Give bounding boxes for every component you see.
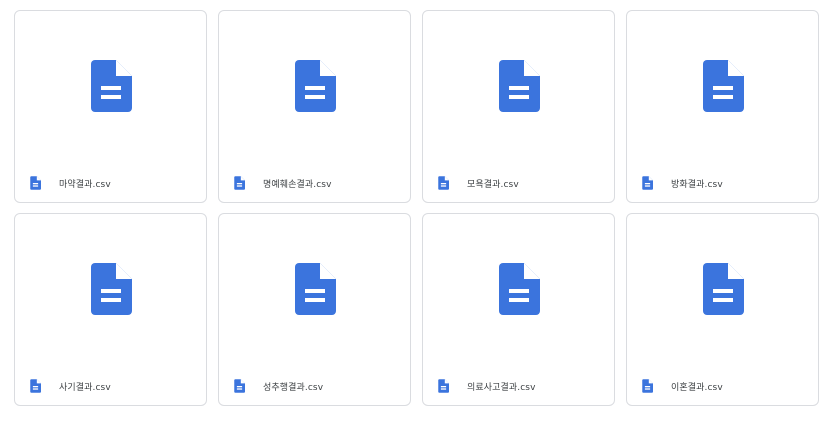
document-icon: [642, 176, 653, 190]
file-footer: 의료사고결과.csv: [438, 378, 604, 394]
file-card[interactable]: 의료사고결과.csv: [422, 213, 615, 406]
document-icon: [234, 379, 245, 393]
document-icon: [702, 60, 744, 112]
file-thumbnail: [423, 214, 614, 364]
document-icon: [438, 379, 449, 393]
document-icon: [498, 263, 540, 315]
file-thumbnail: [627, 214, 818, 364]
file-grid: 마약결과.csv 명예훼손결과.csv 모욕결과.csv 방화결과.csv 사기…: [14, 10, 819, 406]
file-name: 이혼결과.csv: [671, 382, 723, 393]
file-thumbnail: [15, 11, 206, 161]
file-name: 방화결과.csv: [671, 179, 723, 190]
file-thumbnail: [219, 214, 410, 364]
file-thumbnail: [627, 11, 818, 161]
document-icon: [498, 60, 540, 112]
file-card[interactable]: 마약결과.csv: [14, 10, 207, 203]
document-icon: [30, 176, 41, 190]
document-icon: [90, 263, 132, 315]
file-name: 성추행결과.csv: [263, 382, 324, 393]
document-icon: [702, 263, 744, 315]
file-thumbnail: [423, 11, 614, 161]
file-footer: 모욕결과.csv: [438, 175, 604, 191]
file-card[interactable]: 모욕결과.csv: [422, 10, 615, 203]
document-icon: [642, 379, 653, 393]
file-name: 명예훼손결과.csv: [263, 179, 332, 190]
file-card[interactable]: 사기결과.csv: [14, 213, 207, 406]
document-icon: [438, 176, 449, 190]
file-footer: 방화결과.csv: [642, 175, 808, 191]
file-footer: 사기결과.csv: [30, 378, 196, 394]
file-name: 사기결과.csv: [59, 382, 111, 393]
file-name: 모욕결과.csv: [467, 179, 519, 190]
file-footer: 명예훼손결과.csv: [234, 175, 400, 191]
file-name: 마약결과.csv: [59, 179, 111, 190]
file-footer: 마약결과.csv: [30, 175, 196, 191]
file-footer: 이혼결과.csv: [642, 378, 808, 394]
file-thumbnail: [219, 11, 410, 161]
file-card[interactable]: 명예훼손결과.csv: [218, 10, 411, 203]
file-card[interactable]: 이혼결과.csv: [626, 213, 819, 406]
document-icon: [30, 379, 41, 393]
file-card[interactable]: 방화결과.csv: [626, 10, 819, 203]
file-thumbnail: [15, 214, 206, 364]
file-card[interactable]: 성추행결과.csv: [218, 213, 411, 406]
file-footer: 성추행결과.csv: [234, 378, 400, 394]
file-name: 의료사고결과.csv: [467, 382, 536, 393]
document-icon: [234, 176, 245, 190]
document-icon: [294, 263, 336, 315]
document-icon: [90, 60, 132, 112]
document-icon: [294, 60, 336, 112]
